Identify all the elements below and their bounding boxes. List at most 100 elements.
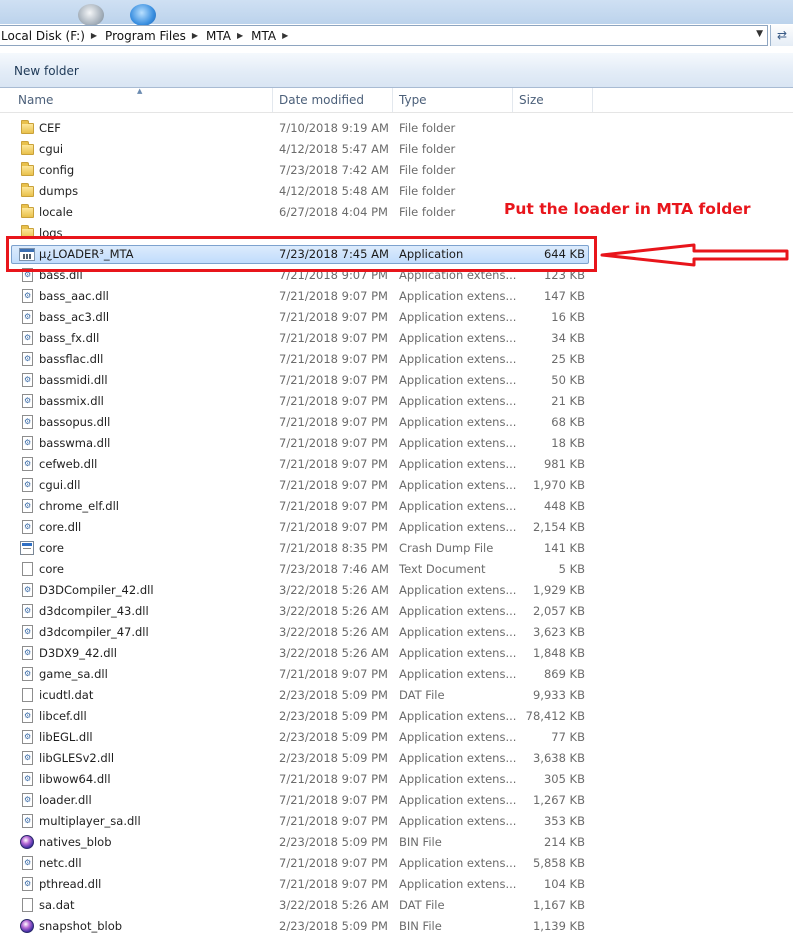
file-name: bass_aac.dll [39,289,109,303]
file-row[interactable]: cgui.dll 7/21/2018 9:07 PM Application ext… [0,475,793,496]
file-icon-glyph [22,898,33,912]
file-date-modified: 7/21/2018 9:07 PM [279,793,388,807]
crash-dump-icon [19,541,35,556]
file-row[interactable]: bassmidi.dll 7/21/2018 9:07 PM Application… [0,370,793,391]
dll-icon [19,814,35,829]
taskbar-orb-icon[interactable] [78,4,104,26]
file-row[interactable]: core 7/23/2018 7:46 AM Text Document 5 KB [0,559,793,580]
breadcrumb-chevron-icon[interactable]: ▶ [190,31,204,40]
file-date-modified: 7/21/2018 9:07 PM [279,352,388,366]
file-row[interactable]: core 7/21/2018 8:35 PM Crash Dump File 141 … [0,538,793,559]
file-row[interactable]: netc.dll 7/21/2018 9:07 PM Application ext… [0,853,793,874]
file-date-modified: 3/22/2018 5:26 AM [279,583,389,597]
file-type: Application extens... [399,415,517,429]
file-row[interactable]: d3dcompiler_47.dll 3/22/2018 5:26 AM Appli… [0,622,793,643]
file-row[interactable]: natives_blob 2/23/2018 5:09 PM BIN File 214… [0,832,793,853]
file-size: 68 KB [551,415,585,429]
dll-icon-glyph [22,751,33,765]
file-row[interactable]: bass_ac3.dll 7/21/2018 9:07 PM Application… [0,307,793,328]
taskbar-browser-icon[interactable] [130,4,156,26]
file-type: Application extens... [399,730,517,744]
file-row[interactable]: d3dcompiler_43.dll 3/22/2018 5:26 AM Appli… [0,601,793,622]
file-date-modified: 7/21/2018 9:07 PM [279,415,388,429]
column-header-date-modified[interactable]: Date modified [273,88,393,112]
file-type: Application extens... [399,289,517,303]
file-size: 34 KB [551,331,585,345]
file-name: CEF [39,121,61,135]
file-icon [19,688,35,703]
file-row[interactable]: snapshot_blob 2/23/2018 5:09 PM BIN File 1,… [0,916,793,937]
file-date-modified: 4/12/2018 5:48 AM [279,184,389,198]
file-name: core.dll [39,520,82,534]
file-row[interactable]: bass_aac.dll 7/21/2018 9:07 PM Application… [0,286,793,307]
file-date-modified: 7/21/2018 8:35 PM [279,541,388,555]
file-date-modified: 3/22/2018 5:26 AM [279,898,389,912]
file-date-modified: 7/21/2018 9:07 PM [279,394,388,408]
file-row[interactable]: libwow64.dll 7/21/2018 9:07 PM Application… [0,769,793,790]
file-row[interactable]: libGLESv2.dll 2/23/2018 5:09 PM Applicatio… [0,748,793,769]
file-row[interactable]: bassflac.dll 7/21/2018 9:07 PM Application… [0,349,793,370]
file-row[interactable]: loader.dll 7/21/2018 9:07 PM Application e… [0,790,793,811]
file-date-modified: 3/22/2018 5:26 AM [279,625,389,639]
file-date-modified: 2/23/2018 5:09 PM [279,730,388,744]
file-size: 18 KB [551,436,585,450]
column-header-type[interactable]: Type [393,88,513,112]
file-name: natives_blob [39,835,112,849]
file-row[interactable]: D3DCompiler_42.dll 3/22/2018 5:26 AM Appli… [0,580,793,601]
file-type: Application extens... [399,457,517,471]
file-row[interactable]: CEF 7/10/2018 9:19 AM File folder [0,118,793,139]
file-type: DAT File [399,898,445,912]
dll-icon-glyph [22,772,33,786]
breadcrumb-mta-parent[interactable]: MTA [204,29,235,43]
file-row[interactable]: config 7/23/2018 7:42 AM File folder [0,160,793,181]
breadcrumb-mta-current[interactable]: MTA [249,29,280,43]
file-row[interactable]: bassopus.dll 7/21/2018 9:07 PM Application… [0,412,793,433]
file-name: config [39,163,75,177]
file-row[interactable]: chrome_elf.dll 7/21/2018 9:07 PM Applicati… [0,496,793,517]
breadcrumb-program-files[interactable]: Program Files [103,29,190,43]
dll-icon-glyph [22,583,33,597]
file-size: 77 KB [551,730,585,744]
file-row[interactable]: libcef.dll 2/23/2018 5:09 PM Application e… [0,706,793,727]
refresh-arrows-icon[interactable]: ⇄ [770,25,793,46]
file-type: Application extens... [399,772,517,786]
file-row[interactable]: cgui 4/12/2018 5:47 AM File folder [0,139,793,160]
file-row[interactable]: dumps 4/12/2018 5:48 AM File folder [0,181,793,202]
file-row[interactable]: bassmix.dll 7/21/2018 9:07 PM Application … [0,391,793,412]
breadcrumb-chevron-icon[interactable]: ▶ [89,31,103,40]
file-row[interactable]: bass_fx.dll 7/21/2018 9:07 PM Application … [0,328,793,349]
file-date-modified: 3/22/2018 5:26 AM [279,604,389,618]
file-row[interactable]: D3DX9_42.dll 3/22/2018 5:26 AM Application… [0,643,793,664]
new-folder-button[interactable]: New folder [14,64,79,78]
address-bar[interactable]: Local Disk (F:) ▶ Program Files ▶ MTA ▶ … [0,25,768,46]
file-row[interactable]: multiplayer_sa.dll 7/21/2018 9:07 PM Appli… [0,811,793,832]
dll-icon [19,856,35,871]
explorer-chrome: Local Disk (F:) ▶ Program Files ▶ MTA ▶ … [0,0,793,90]
column-header-size[interactable]: Size [513,88,593,112]
dll-icon [19,415,35,430]
dll-icon [19,478,35,493]
file-row[interactable]: basswma.dll 7/21/2018 9:07 PM Application … [0,433,793,454]
file-row[interactable]: icudtl.dat 2/23/2018 5:09 PM DAT File 9,933… [0,685,793,706]
breadcrumb-local-disk[interactable]: Local Disk (F:) [0,29,89,43]
breadcrumb-chevron-icon[interactable]: ▶ [235,31,249,40]
file-size: 2,057 KB [532,604,585,618]
file-type: BIN File [399,835,442,849]
dll-icon [19,310,35,325]
address-dropdown-icon[interactable]: ▼ [756,29,763,39]
column-header-name[interactable]: Name [12,88,273,112]
file-type: Application extens... [399,646,517,660]
file-row[interactable]: game_sa.dll 7/21/2018 9:07 PM Application … [0,664,793,685]
file-row[interactable]: cefweb.dll 7/21/2018 9:07 PM Application e… [0,454,793,475]
breadcrumb-chevron-icon[interactable]: ▶ [280,31,294,40]
file-row[interactable]: libEGL.dll 2/23/2018 5:09 PM Application e… [0,727,793,748]
file-date-modified: 2/23/2018 5:09 PM [279,751,388,765]
file-row[interactable]: sa.dat 3/22/2018 5:26 AM DAT File 1,167 KB [0,895,793,916]
file-row[interactable]: pthread.dll 7/21/2018 9:07 PM Application … [0,874,793,895]
file-type: Application extens... [399,751,517,765]
bin-file-icon [19,919,35,934]
file-date-modified: 4/12/2018 5:47 AM [279,142,389,156]
bin-file-icon-glyph [20,919,34,933]
file-name: locale [39,205,73,219]
file-row[interactable]: core.dll 7/21/2018 9:07 PM Application ext… [0,517,793,538]
